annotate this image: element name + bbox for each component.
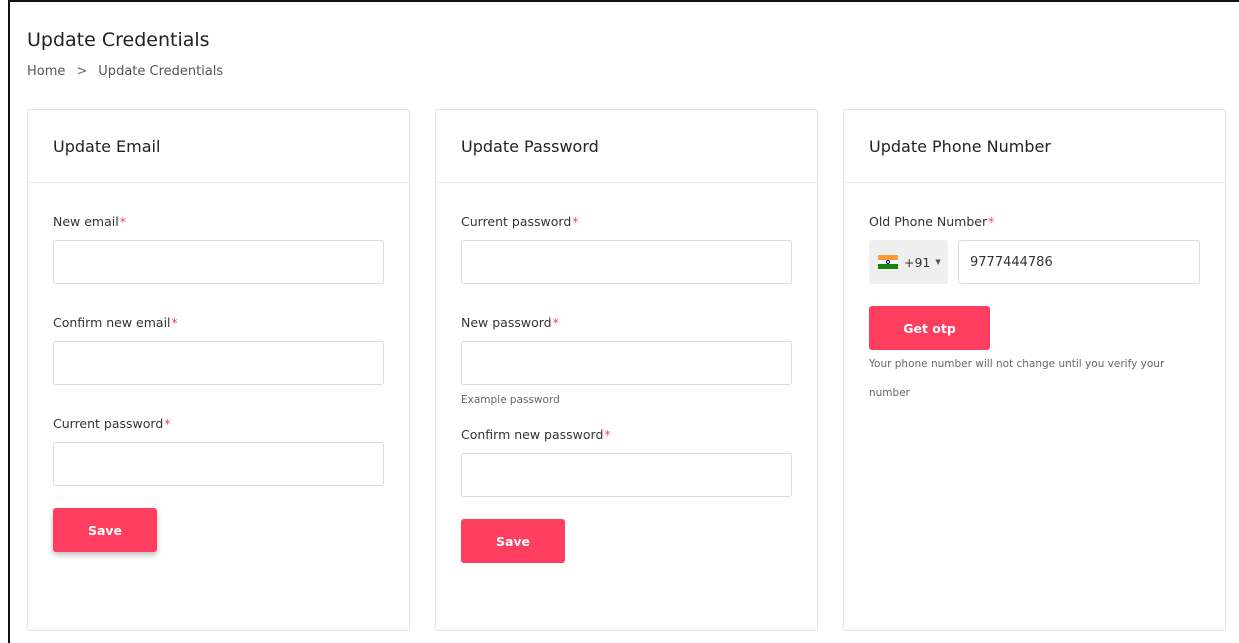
current-password-input[interactable] bbox=[53, 442, 384, 486]
save-email-button[interactable]: Save bbox=[53, 508, 157, 552]
required-marker: * bbox=[171, 315, 178, 330]
new-email-input[interactable] bbox=[53, 240, 384, 284]
field-label: Confirm new email* bbox=[53, 315, 178, 330]
new-password-input[interactable] bbox=[461, 341, 792, 385]
field-label: Old Phone Number* bbox=[869, 214, 995, 229]
chevron-down-icon: ▼ bbox=[935, 258, 941, 266]
required-marker: * bbox=[552, 315, 559, 330]
india-flag-icon bbox=[878, 255, 898, 270]
required-marker: * bbox=[164, 416, 171, 431]
phone-row: +91 ▼ bbox=[869, 240, 1200, 284]
breadcrumb-current: Update Credentials bbox=[98, 64, 224, 79]
password-hint: Example password bbox=[461, 394, 560, 406]
country-code: +91 bbox=[904, 254, 931, 270]
phone-number-input[interactable] bbox=[958, 240, 1200, 284]
card-title: Update Email bbox=[28, 110, 409, 183]
country-code-select[interactable]: +91 ▼ bbox=[869, 240, 948, 284]
card-title: Update Phone Number bbox=[844, 110, 1225, 183]
field-label: Current password* bbox=[53, 416, 171, 431]
page-title: Update Credentials bbox=[27, 29, 210, 51]
current-password-input[interactable] bbox=[461, 240, 792, 284]
field-label: Current password* bbox=[461, 214, 579, 229]
required-marker: * bbox=[119, 214, 126, 229]
phone-note: Your phone number will not change until … bbox=[869, 358, 1165, 399]
field-label: New password* bbox=[461, 315, 559, 330]
update-password-card: Update Password Current password* New pa… bbox=[435, 109, 818, 631]
breadcrumb: Home > Update Credentials bbox=[27, 64, 223, 79]
save-password-button[interactable]: Save bbox=[461, 519, 565, 563]
breadcrumb-separator: > bbox=[76, 64, 88, 79]
required-marker: * bbox=[988, 214, 995, 229]
confirm-new-email-input[interactable] bbox=[53, 341, 384, 385]
field-label: New email* bbox=[53, 214, 126, 229]
get-otp-button[interactable]: Get otp bbox=[869, 306, 990, 350]
card-title: Update Password bbox=[436, 110, 817, 183]
update-phone-card: Update Phone Number Old Phone Number* +9… bbox=[843, 109, 1226, 631]
breadcrumb-home-link[interactable]: Home bbox=[27, 64, 65, 79]
update-email-card: Update Email New email* Confirm new emai… bbox=[27, 109, 410, 631]
field-label: Confirm new password* bbox=[461, 427, 611, 442]
required-marker: * bbox=[604, 427, 611, 442]
required-marker: * bbox=[572, 214, 579, 229]
confirm-new-password-input[interactable] bbox=[461, 453, 792, 497]
